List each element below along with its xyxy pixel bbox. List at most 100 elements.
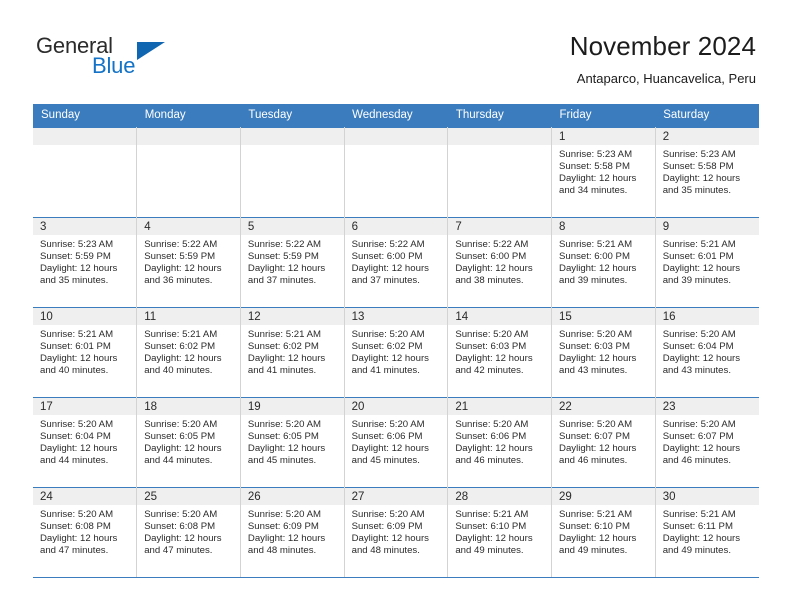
- calendar-day-cell-empty: [447, 127, 553, 218]
- daylight-duration-line2: and 49 minutes.: [559, 544, 628, 556]
- sunset-time: Sunset: 6:01 PM: [40, 340, 111, 352]
- daylight-duration-line2: and 46 minutes.: [455, 454, 524, 466]
- calendar-day-cell[interactable]: 13 Sunrise: 5:20 AM Sunset: 6:02 PM Dayligh…: [344, 307, 449, 398]
- weekday-header-monday: Monday: [136, 104, 241, 128]
- calendar-day-cell[interactable]: 7 Sunrise: 5:22 AM Sunset: 6:00 PM Daylight…: [447, 217, 553, 308]
- sunset-time: Sunset: 6:06 PM: [455, 430, 527, 442]
- calendar-day-cell[interactable]: 30 Sunrise: 5:21 AM Sunset: 6:11 PM Dayligh…: [655, 487, 759, 578]
- calendar-day-cell[interactable]: 1 Sunrise: 5:23 AM Sunset: 5:58 PM Daylight…: [551, 127, 656, 218]
- calendar-day-cell[interactable]: 22 Sunrise: 5:20 AM Sunset: 6:07 PM Dayligh…: [551, 397, 656, 488]
- calendar-day-cell[interactable]: 28 Sunrise: 5:21 AM Sunset: 6:10 PM Dayligh…: [447, 487, 553, 578]
- sunrise-time: Sunrise: 5:23 AM: [40, 239, 114, 250]
- calendar-day-cell[interactable]: 23 Sunrise: 5:20 AM Sunset: 6:07 PM Dayligh…: [655, 397, 759, 488]
- day-number: 2: [655, 128, 759, 145]
- day-details: Sunrise: 5:22 AM Sunset: 6:00 PM Daylight:…: [345, 235, 448, 287]
- sunset-time: Sunset: 6:02 PM: [144, 340, 216, 352]
- calendar-day-cell[interactable]: 14 Sunrise: 5:20 AM Sunset: 6:03 PM Dayligh…: [447, 307, 553, 398]
- day-details: Sunrise: 5:20 AM Sunset: 6:03 PM Daylight:…: [552, 325, 655, 377]
- day-details: Sunrise: 5:21 AM Sunset: 6:02 PM Daylight:…: [241, 325, 344, 377]
- day-details: Sunrise: 5:21 AM Sunset: 6:02 PM Daylight:…: [137, 325, 240, 377]
- calendar-page: General Blue November 2024 Antaparco, Hu…: [0, 0, 792, 612]
- sunrise-time: Sunrise: 5:23 AM: [662, 149, 736, 160]
- daylight-duration-line1: Daylight: 12 hours: [40, 532, 118, 544]
- calendar-day-cell[interactable]: 26 Sunrise: 5:20 AM Sunset: 6:09 PM Dayligh…: [240, 487, 345, 578]
- calendar-day-cell[interactable]: 9 Sunrise: 5:21 AM Sunset: 6:01 PM Daylight…: [655, 217, 759, 308]
- calendar-week-row: 24 Sunrise: 5:20 AM Sunset: 6:08 PM Dayligh…: [33, 487, 759, 578]
- daylight-duration-line2: and 43 minutes.: [662, 364, 731, 376]
- daylight-duration-line2: and 39 minutes.: [559, 274, 628, 286]
- daylight-duration-line2: and 46 minutes.: [559, 454, 628, 466]
- day-details: Sunrise: 5:20 AM Sunset: 6:09 PM Daylight:…: [345, 505, 448, 557]
- day-number: 18: [137, 398, 240, 415]
- sunrise-time: Sunrise: 5:22 AM: [455, 239, 529, 250]
- day-number: [33, 128, 137, 145]
- day-number: 8: [552, 218, 655, 235]
- calendar-day-cell[interactable]: 18 Sunrise: 5:20 AM Sunset: 6:05 PM Dayligh…: [136, 397, 241, 488]
- sunset-time: Sunset: 6:05 PM: [144, 430, 216, 442]
- day-details: Sunrise: 5:21 AM Sunset: 6:10 PM Daylight:…: [552, 505, 655, 557]
- day-number: [448, 128, 552, 145]
- day-details: Sunrise: 5:20 AM Sunset: 6:07 PM Daylight:…: [552, 415, 655, 467]
- daylight-duration-line2: and 37 minutes.: [247, 274, 317, 286]
- weekday-header-tuesday: Tuesday: [240, 104, 345, 128]
- day-number: 24: [33, 488, 137, 505]
- daylight-duration-line2: and 35 minutes.: [40, 274, 109, 286]
- calendar-day-cell[interactable]: 19 Sunrise: 5:20 AM Sunset: 6:05 PM Dayligh…: [240, 397, 345, 488]
- calendar-day-cell[interactable]: 27 Sunrise: 5:20 AM Sunset: 6:09 PM Dayligh…: [344, 487, 449, 578]
- daylight-duration-line1: Daylight: 12 hours: [455, 262, 533, 274]
- sunset-time: Sunset: 6:07 PM: [559, 430, 630, 442]
- day-details: Sunrise: 5:22 AM Sunset: 5:59 PM Daylight:…: [137, 235, 240, 287]
- daylight-duration-line1: Daylight: 12 hours: [662, 262, 741, 274]
- calendar-header-row: Sunday Monday Tuesday Wednesday Thursday…: [33, 104, 759, 128]
- daylight-duration-line1: Daylight: 12 hours: [144, 352, 222, 364]
- day-details: Sunrise: 5:20 AM Sunset: 6:08 PM Daylight:…: [137, 505, 240, 557]
- daylight-duration-line2: and 42 minutes.: [455, 364, 524, 376]
- sunrise-time: Sunrise: 5:20 AM: [662, 329, 736, 340]
- calendar-day-cell[interactable]: 11 Sunrise: 5:21 AM Sunset: 6:02 PM Dayligh…: [136, 307, 241, 398]
- calendar-day-cell[interactable]: 5 Sunrise: 5:22 AM Sunset: 5:59 PM Daylight…: [240, 217, 345, 308]
- calendar-day-cell[interactable]: 12 Sunrise: 5:21 AM Sunset: 6:02 PM Dayligh…: [240, 307, 345, 398]
- daylight-duration-line1: Daylight: 12 hours: [559, 532, 637, 544]
- calendar-day-cell-empty: [33, 127, 138, 218]
- sunset-time: Sunset: 6:09 PM: [247, 520, 319, 532]
- calendar-day-cell[interactable]: 4 Sunrise: 5:22 AM Sunset: 5:59 PM Daylight…: [136, 217, 241, 308]
- sunrise-time: Sunrise: 5:20 AM: [559, 419, 633, 430]
- daylight-duration-line2: and 35 minutes.: [662, 184, 731, 196]
- day-details: Sunrise: 5:20 AM Sunset: 6:06 PM Daylight:…: [448, 415, 551, 467]
- calendar-day-cell[interactable]: 2 Sunrise: 5:23 AM Sunset: 5:58 PM Daylight…: [655, 127, 759, 218]
- daylight-duration-line2: and 34 minutes.: [559, 184, 628, 196]
- calendar-day-cell[interactable]: 29 Sunrise: 5:21 AM Sunset: 6:10 PM Dayligh…: [551, 487, 656, 578]
- sunrise-time: Sunrise: 5:20 AM: [144, 509, 218, 520]
- calendar-day-cell[interactable]: 17 Sunrise: 5:20 AM Sunset: 6:04 PM Dayligh…: [33, 397, 138, 488]
- sunset-time: Sunset: 6:03 PM: [455, 340, 527, 352]
- daylight-duration-line1: Daylight: 12 hours: [351, 352, 429, 364]
- calendar-day-cell[interactable]: 25 Sunrise: 5:20 AM Sunset: 6:08 PM Dayligh…: [136, 487, 241, 578]
- calendar-day-cell[interactable]: 8 Sunrise: 5:21 AM Sunset: 6:00 PM Daylight…: [551, 217, 656, 308]
- calendar-day-cell[interactable]: 21 Sunrise: 5:20 AM Sunset: 6:06 PM Dayligh…: [447, 397, 553, 488]
- calendar-day-cell[interactable]: 3 Sunrise: 5:23 AM Sunset: 5:59 PM Daylight…: [33, 217, 138, 308]
- sunrise-time: Sunrise: 5:20 AM: [144, 419, 218, 430]
- sunrise-time: Sunrise: 5:21 AM: [559, 509, 633, 520]
- brand-logo[interactable]: General Blue: [36, 34, 236, 86]
- daylight-duration-line1: Daylight: 12 hours: [559, 172, 637, 184]
- daylight-duration-line2: and 47 minutes.: [144, 544, 213, 556]
- calendar-day-cell[interactable]: 16 Sunrise: 5:20 AM Sunset: 6:04 PM Dayligh…: [655, 307, 759, 398]
- sunset-time: Sunset: 5:58 PM: [662, 160, 734, 172]
- day-details: Sunrise: 5:20 AM Sunset: 6:05 PM Daylight:…: [241, 415, 344, 467]
- calendar-day-cell[interactable]: 15 Sunrise: 5:20 AM Sunset: 6:03 PM Dayligh…: [551, 307, 656, 398]
- daylight-duration-line2: and 45 minutes.: [351, 454, 420, 466]
- sunrise-time: Sunrise: 5:20 AM: [247, 419, 321, 430]
- sunrise-time: Sunrise: 5:22 AM: [247, 239, 321, 250]
- calendar-day-cell[interactable]: 10 Sunrise: 5:21 AM Sunset: 6:01 PM Dayligh…: [33, 307, 138, 398]
- calendar-day-cell[interactable]: 24 Sunrise: 5:20 AM Sunset: 6:08 PM Dayligh…: [33, 487, 138, 578]
- sunrise-time: Sunrise: 5:20 AM: [247, 509, 321, 520]
- day-number: 25: [137, 488, 240, 505]
- day-number: 22: [552, 398, 655, 415]
- calendar-day-cell[interactable]: 6 Sunrise: 5:22 AM Sunset: 6:00 PM Daylight…: [344, 217, 449, 308]
- day-number: 19: [240, 398, 344, 415]
- daylight-duration-line1: Daylight: 12 hours: [247, 262, 326, 274]
- daylight-duration-line1: Daylight: 12 hours: [559, 442, 637, 454]
- calendar-week-row: 10 Sunrise: 5:21 AM Sunset: 6:01 PM Dayligh…: [33, 307, 759, 398]
- day-details: Sunrise: 5:23 AM Sunset: 5:59 PM Daylight:…: [33, 235, 136, 287]
- calendar-day-cell[interactable]: 20 Sunrise: 5:20 AM Sunset: 6:06 PM Dayligh…: [344, 397, 449, 488]
